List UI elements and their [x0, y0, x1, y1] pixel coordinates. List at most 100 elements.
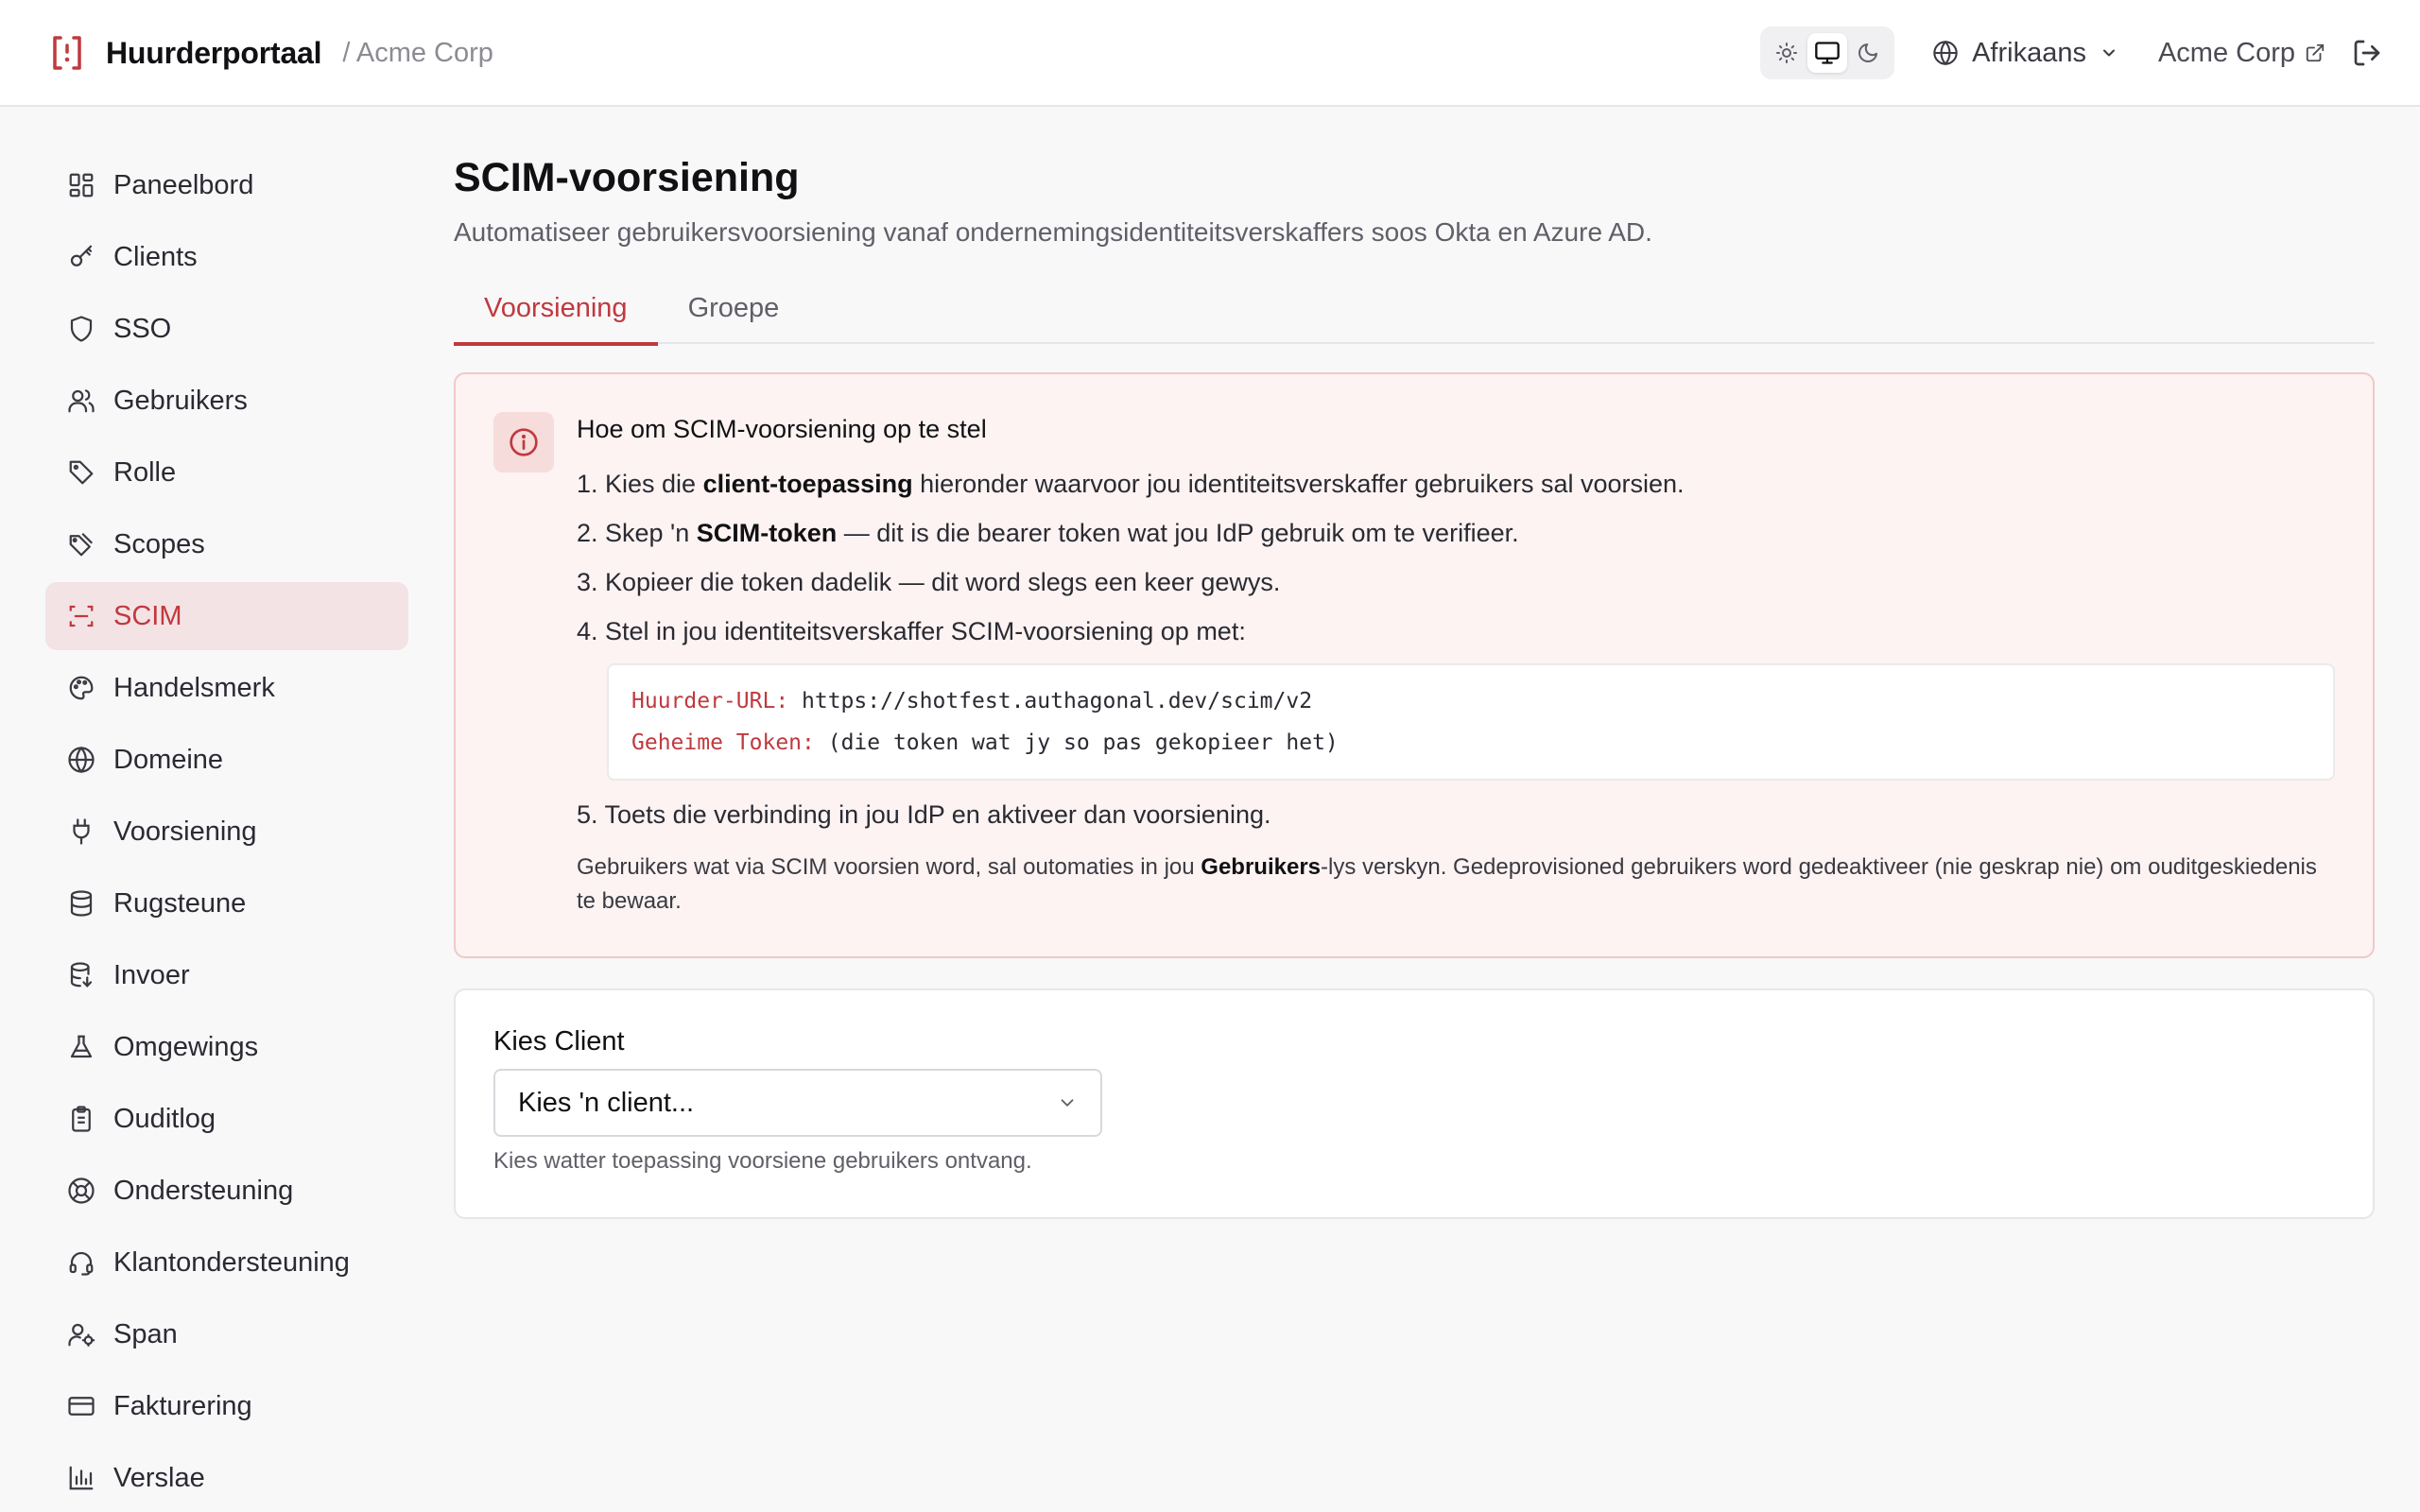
sidebar-item-paneelbord[interactable]: Paneelbord [45, 151, 408, 219]
globe-icon [1933, 40, 1958, 66]
light-theme-button[interactable] [1767, 33, 1806, 73]
bar-chart-icon [66, 1463, 96, 1493]
step-bold-text: SCIM-token [696, 519, 838, 547]
palette-icon [66, 673, 96, 703]
sidebar-item-label: Fakturering [113, 1390, 252, 1421]
theme-toggle [1760, 26, 1895, 79]
lifebuoy-icon [66, 1176, 96, 1206]
sidebar-item-label: Klantondersteuning [113, 1246, 350, 1278]
headset-icon [66, 1247, 96, 1278]
sidebar-item-label: Scopes [113, 528, 205, 559]
dark-theme-button[interactable] [1848, 33, 1888, 73]
database-import-icon [66, 960, 96, 990]
step-bold-text: client-toepassing [702, 470, 913, 498]
plug-icon [66, 816, 96, 847]
sidebar-item-klantondersteuning[interactable]: Klantondersteuning [45, 1228, 408, 1297]
language-selector[interactable]: Afrikaans [1932, 38, 2118, 69]
scan-icon [66, 601, 96, 631]
step-3: 3. Kopieer die token dadelik — dit word … [577, 568, 1281, 596]
app-name: Huurderportaal [106, 35, 322, 70]
sidebar-item-rolle[interactable]: Rolle [45, 438, 408, 507]
tags-icon [66, 529, 96, 559]
clipboard-icon [66, 1104, 96, 1134]
brand-logo-icon [53, 36, 81, 70]
system-theme-button[interactable] [1807, 33, 1848, 73]
sidebar-item-fakturering[interactable]: Fakturering [45, 1372, 408, 1440]
sidebar-item-label: Verslae [113, 1462, 205, 1493]
sidebar-item-omgewings[interactable]: Omgewings [45, 1013, 408, 1081]
sidebar-item-label: Rugsteune [113, 887, 247, 919]
step-text: hieronder waarvoor jou identiteitsverska… [912, 470, 1685, 498]
main-content: SCIM-voorsiening Automatiseer gebruikers… [454, 151, 2375, 1219]
tab-bar: Voorsiening Groepe [454, 284, 2375, 346]
sidebar-item-clients[interactable]: Clients [45, 223, 408, 291]
sidebar-nav: Paneelbord Clients SSO Gebruikers Rolle … [45, 151, 408, 1512]
database-icon [66, 888, 96, 919]
header-actions: Afrikaans Acme Corp [1760, 26, 2382, 79]
moon-icon [1858, 43, 1878, 62]
key-icon [66, 242, 96, 272]
sidebar-item-label: Voorsiening [113, 816, 257, 847]
page-subtitle: Automatiseer gebruikersvoorsiening vanaf… [454, 217, 1652, 247]
tab-voorsiening[interactable]: Voorsiening [454, 284, 658, 346]
step-2: 2. Skep 'n SCIM-token — dit is die beare… [577, 508, 2335, 558]
sidebar-item-verslae[interactable]: Verslae [45, 1444, 408, 1512]
note-bold-text: Gebruikers [1201, 854, 1322, 880]
dashboard-icon [66, 170, 96, 200]
setup-instructions-alert: Hoe om SCIM-voorsiening op te stel 1. Ki… [454, 372, 2375, 958]
sidebar-item-rugsteune[interactable]: Rugsteune [45, 869, 408, 937]
sidebar-item-label: Omgewings [113, 1031, 259, 1062]
sidebar-item-label: Invoer [113, 959, 190, 990]
sidebar-item-label: Handelsmerk [113, 672, 275, 703]
sidebar-item-label: SCIM [113, 600, 182, 631]
sidebar-item-sso[interactable]: SSO [45, 295, 408, 363]
sidebar-item-label: Domeine [113, 744, 224, 775]
sidebar-item-gebruikers[interactable]: Gebruikers [45, 367, 408, 435]
sidebar-item-ondersteuning[interactable]: Ondersteuning [45, 1157, 408, 1225]
sidebar-item-domeine[interactable]: Domeine [45, 726, 408, 794]
sidebar-item-handelsmerk[interactable]: Handelsmerk [45, 654, 408, 722]
tenant-external-link[interactable]: Acme Corp [2158, 38, 2325, 69]
note-text: Gebruikers wat via SCIM voorsien word, s… [577, 854, 1201, 880]
users-icon [66, 386, 96, 416]
tag-icon [66, 457, 96, 488]
code-key: Geheime Token: [631, 730, 815, 755]
instructions-content: Hoe om SCIM-voorsiening op te stel 1. Ki… [577, 410, 2335, 919]
sidebar-item-voorsiening[interactable]: Voorsiening [45, 798, 408, 866]
sun-icon [1775, 43, 1797, 63]
sidebar-item-invoer[interactable]: Invoer [45, 941, 408, 1009]
client-select-card: Kies Client Kies 'n client... Kies watte… [454, 988, 2375, 1219]
flask-icon [66, 1032, 96, 1062]
client-select-label: Kies Client [493, 1026, 625, 1057]
secret-token-line: Geheime Token: (die token wat jy so pas … [631, 722, 2310, 764]
sidebar-item-label: SSO [113, 313, 172, 344]
scim-config-code[interactable]: Huurder-URL: https://shotfest.authagonal… [607, 663, 2335, 781]
client-select-value: Kies 'n client... [518, 1087, 695, 1118]
user-cog-icon [66, 1319, 96, 1349]
client-select-help: Kies watter toepassing voorsiene gebruik… [493, 1148, 1032, 1174]
brand[interactable]: Huurderportaal / Acme Corp [51, 32, 493, 74]
instructions-title: Hoe om SCIM-voorsiening op te stel [577, 415, 987, 443]
shield-icon [66, 314, 96, 344]
tenant-breadcrumb: / Acme Corp [342, 37, 493, 68]
sidebar-item-label: Ouditlog [113, 1103, 216, 1134]
step-1: 1. Kies die client-toepassing hieronder … [577, 459, 2335, 508]
language-label: Afrikaans [1972, 37, 2086, 68]
step-5: 5. Toets die verbinding in jou IdP en ak… [577, 800, 1271, 829]
tenant-link-label: Acme Corp [2157, 37, 2295, 68]
step-text: 2. Skep 'n [577, 519, 697, 547]
sidebar-item-label: Paneelbord [113, 169, 254, 200]
sidebar-item-scopes[interactable]: Scopes [45, 510, 408, 578]
sidebar-item-ouditlog[interactable]: Ouditlog [45, 1085, 408, 1153]
chevron-down-icon [1061, 1099, 1074, 1107]
sidebar-item-scim[interactable]: SCIM [45, 582, 408, 650]
instructions-steps: 1. Kies die client-toepassing hieronder … [577, 459, 2335, 839]
credit-card-icon [66, 1391, 96, 1421]
step-text: 1. Kies die [577, 470, 703, 498]
client-select[interactable]: Kies 'n client... [493, 1069, 1102, 1137]
sidebar-item-span[interactable]: Span [45, 1300, 408, 1368]
logout-button[interactable] [2352, 38, 2382, 68]
tab-groepe[interactable]: Groepe [658, 284, 810, 344]
external-link-icon [2306, 43, 2325, 62]
info-icon [510, 428, 538, 456]
